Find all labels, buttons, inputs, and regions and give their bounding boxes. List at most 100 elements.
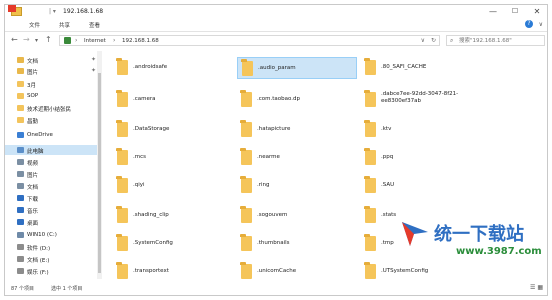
folder-name: .unicomCache [257, 268, 297, 274]
download-folder-icon [17, 195, 24, 201]
folder-name: .androidsafe [133, 64, 168, 70]
folder-item[interactable]: .SAU [361, 175, 481, 197]
folder-item[interactable]: .SystemConfig [113, 233, 233, 255]
watermark-url: www.3987.com [456, 246, 542, 257]
folder-item[interactable]: .unicomCache [237, 261, 357, 279]
help-icon[interactable]: ? [525, 20, 533, 28]
folder-name: .audio_param [258, 65, 296, 71]
folder-item[interactable]: .mcs [113, 147, 233, 169]
explorer-icon[interactable] [8, 5, 22, 16]
folder-item[interactable]: .com.taobao.dp [237, 89, 357, 111]
sidebar-item[interactable]: 3月 [5, 79, 97, 89]
search-box[interactable]: ⌕ [446, 35, 545, 46]
sidebar-item-label: WIN10 (C:) [27, 232, 57, 238]
sidebar-item[interactable]: 视频 [5, 157, 97, 167]
folder-icon [240, 148, 252, 165]
sidebar-item[interactable]: 音乐 [5, 205, 97, 215]
folder-item[interactable]: .audio_param [237, 57, 357, 79]
sidebar-item[interactable]: 技术近期小结张民 [5, 103, 97, 113]
folder-icon [116, 120, 128, 137]
folder-item[interactable]: .hatapicture [237, 119, 357, 141]
sidebar-item-label: 文档 (E:) [27, 258, 50, 264]
sidebar-item[interactable]: 软件 (D:) [5, 242, 97, 252]
sidebar-item[interactable]: 图片 ✦ [5, 66, 97, 76]
sidebar-item[interactable]: 文档 (E:) [5, 254, 97, 264]
folder-item[interactable]: .ppq [361, 147, 481, 169]
document-folder-icon [17, 57, 24, 63]
folder-item[interactable]: .80_SAFI_CACHE [361, 57, 481, 79]
sidebar-item[interactable]: 文档 [5, 181, 97, 191]
sidebar-item[interactable]: 此电脑 [5, 145, 97, 155]
sidebar-item-label: 图片 [27, 70, 39, 76]
video-folder-icon [17, 159, 24, 165]
folder-icon [240, 234, 252, 251]
folder-name: .mcs [133, 154, 146, 160]
tab-view[interactable]: 查看 [89, 21, 100, 29]
address-bar[interactable]: › Internet › 192.168.1.68 ∨ ↻ [59, 35, 440, 46]
close-button[interactable]: ✕ [527, 5, 547, 19]
minimize-button[interactable]: — [483, 5, 503, 19]
search-input[interactable] [459, 37, 539, 45]
drive-icon [17, 244, 24, 250]
address-dropdown-icon[interactable]: ∨ [421, 37, 425, 44]
folder-name: .nearme [257, 154, 280, 160]
tab-file[interactable]: 文件 [29, 21, 40, 29]
navigation-pane: 文档 ✦ 图片 ✦ 3月 SOP 技术近期小结张民 昌勤 OneDrive 此电脑 视频 图片 文档 下载… [5, 51, 105, 279]
sidebar-item[interactable]: 文档 ✦ [5, 55, 97, 65]
folder-item[interactable]: .androidsafe [113, 57, 233, 79]
computer-icon [17, 147, 24, 153]
folder-item[interactable]: .ktv [361, 119, 481, 141]
folder-icon [364, 120, 376, 137]
maximize-button[interactable]: ☐ [505, 5, 525, 19]
breadcrumb-host[interactable]: 192.168.1.68 [122, 38, 159, 44]
refresh-icon[interactable]: ↻ [431, 37, 436, 44]
folder-icon [241, 59, 253, 76]
sidebar-scrollbar[interactable] [97, 51, 102, 279]
breadcrumb-separator-icon[interactable]: › [75, 37, 77, 44]
folder-icon [240, 262, 252, 279]
sidebar-item[interactable]: 娱乐 (F:) [5, 266, 97, 276]
folder-name: .ring [257, 182, 270, 188]
document-folder-icon [17, 183, 24, 189]
up-arrow-icon[interactable]: ↑ [45, 35, 52, 44]
folder-item[interactable]: .sogouvem [237, 205, 357, 227]
breadcrumb-internet[interactable]: Internet [84, 38, 106, 44]
folder-item[interactable]: .nearme [237, 147, 357, 169]
sidebar-item[interactable]: 图片 [5, 169, 97, 179]
folder-item[interactable]: .shading_clip [113, 205, 233, 227]
sidebar-item[interactable]: OneDrive [5, 130, 97, 140]
folder-name: .qiyi [133, 182, 145, 188]
sidebar-item-label: 下载 [27, 197, 39, 203]
forward-arrow-icon[interactable]: → [23, 35, 30, 44]
recent-locations-icon[interactable]: ▾ [35, 37, 38, 44]
sidebar-item[interactable]: SOP [5, 91, 97, 101]
folder-name: .transportext [133, 268, 169, 274]
sidebar-item[interactable]: 桌面 [5, 217, 97, 227]
folder-icon [240, 120, 252, 137]
folder-item[interactable]: .ring [237, 175, 357, 197]
folder-icon [17, 81, 24, 87]
folder-item[interactable]: .DataStorage [113, 119, 233, 141]
folder-item[interactable]: .dabce7ee-92dd-3047-8f21-ee8300ef37ab [361, 89, 481, 111]
folder-name: .camera [133, 96, 156, 102]
folder-item[interactable]: .thumbnails [237, 233, 357, 255]
ribbon-expand-icon[interactable]: ∨ [539, 21, 543, 28]
folder-item[interactable]: .qiyi [113, 175, 233, 197]
tab-share[interactable]: 共享 [59, 21, 70, 29]
folder-icon [364, 176, 376, 193]
pictures-folder-icon [17, 68, 24, 74]
sidebar-item[interactable]: 下载 [5, 193, 97, 203]
folder-icon [17, 93, 24, 99]
sidebar-item[interactable]: 昌勤 [5, 115, 97, 125]
drive-icon [17, 232, 24, 238]
sidebar-scrollbar-thumb[interactable] [98, 73, 101, 273]
back-arrow-icon[interactable]: ← [11, 35, 18, 44]
folder-name: .SAU [381, 182, 395, 188]
folder-icon [116, 176, 128, 193]
folder-icon [116, 148, 128, 165]
breadcrumb-separator-icon[interactable]: › [113, 37, 115, 44]
folder-item[interactable]: .transportext [113, 261, 233, 279]
folder-item[interactable]: .camera [113, 89, 233, 111]
sidebar-item[interactable]: WIN10 (C:) [5, 230, 97, 240]
folder-icon [116, 234, 128, 251]
